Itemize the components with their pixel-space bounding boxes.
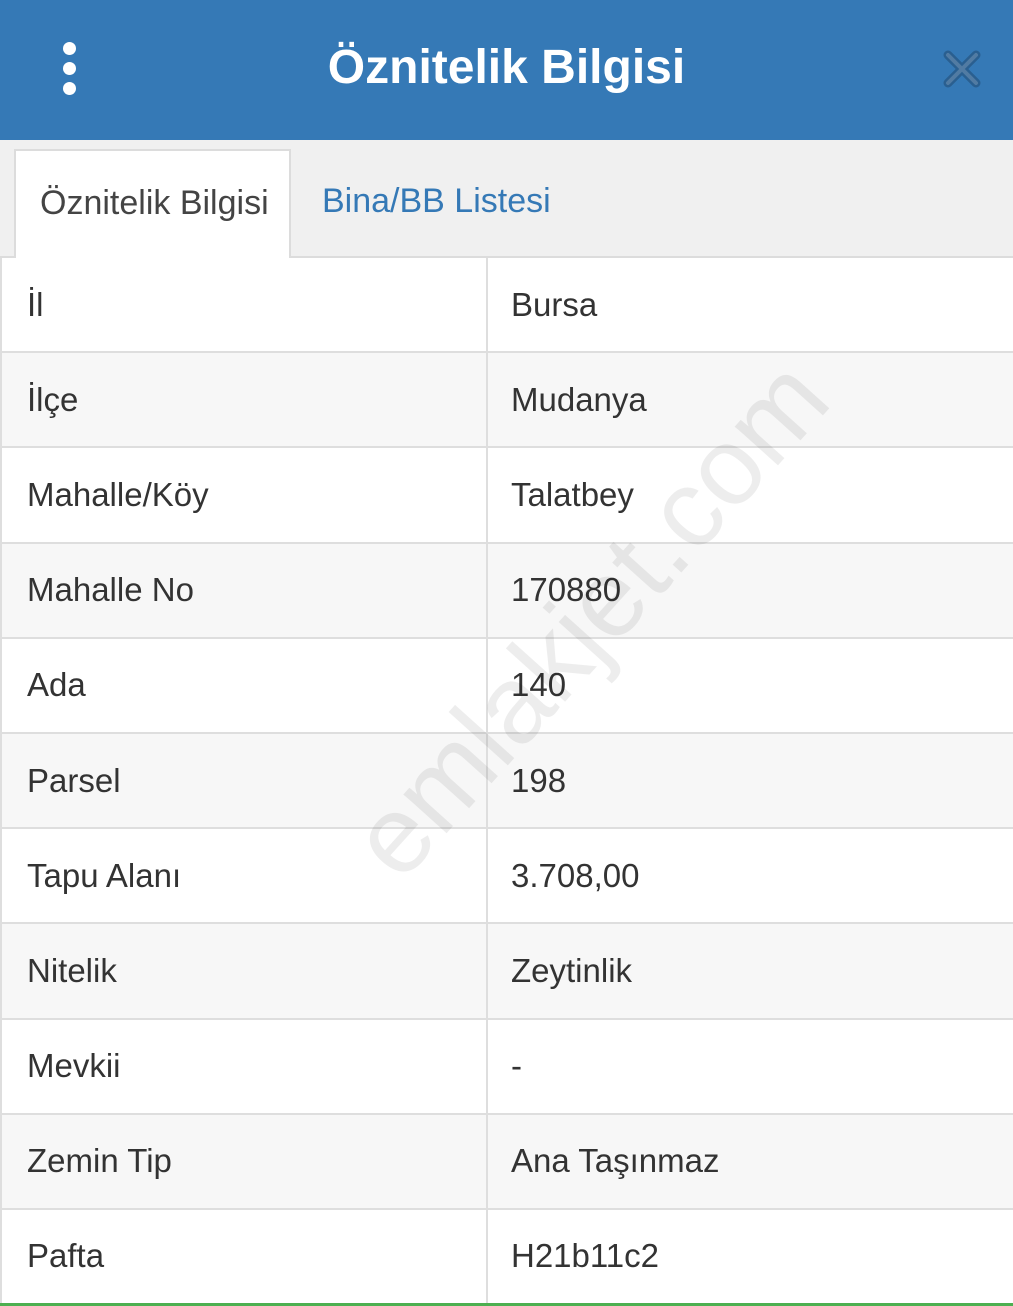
- table-row: Pafta H21b11c2: [2, 1209, 1013, 1306]
- row-key: Tapu Alanı: [2, 829, 488, 923]
- row-value: 140: [511, 666, 567, 704]
- close-icon-graphic: [943, 50, 981, 88]
- table-row: Mahalle/Köy Talatbey: [2, 448, 1013, 544]
- table-row: Nitelik Zeytinlik: [2, 924, 1013, 1020]
- row-key: Nitelik: [2, 924, 488, 1018]
- header-bar: Öznitelik Bilgisi: [0, 0, 1013, 140]
- page-title: Öznitelik Bilgisi: [327, 41, 686, 94]
- row-value: 170880: [511, 571, 622, 609]
- row-key: Mahalle No: [2, 543, 488, 637]
- row-value: -: [511, 1047, 522, 1085]
- row-value: H21b11c2: [511, 1237, 660, 1275]
- row-key: Ada: [2, 638, 488, 732]
- table-row: İlçe Mudanya: [2, 353, 1013, 449]
- tab-bar: Öznitelik Bilgisi Bina/BB Listesi: [0, 140, 1013, 258]
- row-key: İl: [2, 258, 488, 352]
- row-value: Mudanya: [511, 380, 647, 418]
- row-key: Pafta: [2, 1209, 488, 1304]
- table-row: Tapu Alanı 3.708,00: [2, 829, 1013, 925]
- row-value: Zeytinlik: [511, 951, 633, 989]
- tab-building-list[interactable]: Bina/BB Listesi: [298, 149, 575, 258]
- attribute-info-dialog: Öznitelik Bilgisi Öznitelik Bilgisi Bina…: [0, 0, 1013, 1306]
- row-value: 198: [511, 761, 567, 799]
- row-value: Ana Taşınmaz: [511, 1142, 720, 1180]
- row-key: Mahalle/Köy: [2, 448, 488, 542]
- row-value: 3.708,00: [511, 856, 640, 894]
- row-value: Bursa: [511, 285, 598, 323]
- table-row: Ada 140: [2, 638, 1013, 734]
- row-key: İlçe: [2, 353, 488, 447]
- row-key: Mevkii: [2, 1019, 488, 1113]
- row-key: Parsel: [2, 733, 488, 828]
- table-row: Mevkii -: [2, 1019, 1013, 1115]
- close-icon[interactable]: [940, 47, 984, 91]
- tab-attribute-info[interactable]: Öznitelik Bilgisi: [14, 149, 291, 258]
- row-value: Talatbey: [511, 475, 634, 513]
- table-row: Mahalle No 170880: [2, 543, 1013, 639]
- table-row: İl Bursa: [2, 258, 1013, 354]
- attribute-table: İl Bursa İlçe Mudanya Mahalle/Köy Talatbey Mah…: [0, 258, 1013, 1306]
- row-key: Zemin Tip: [2, 1114, 488, 1208]
- table-row: Zemin Tip Ana Taşınmaz: [2, 1114, 1013, 1210]
- table-row: Parsel 198: [2, 733, 1013, 830]
